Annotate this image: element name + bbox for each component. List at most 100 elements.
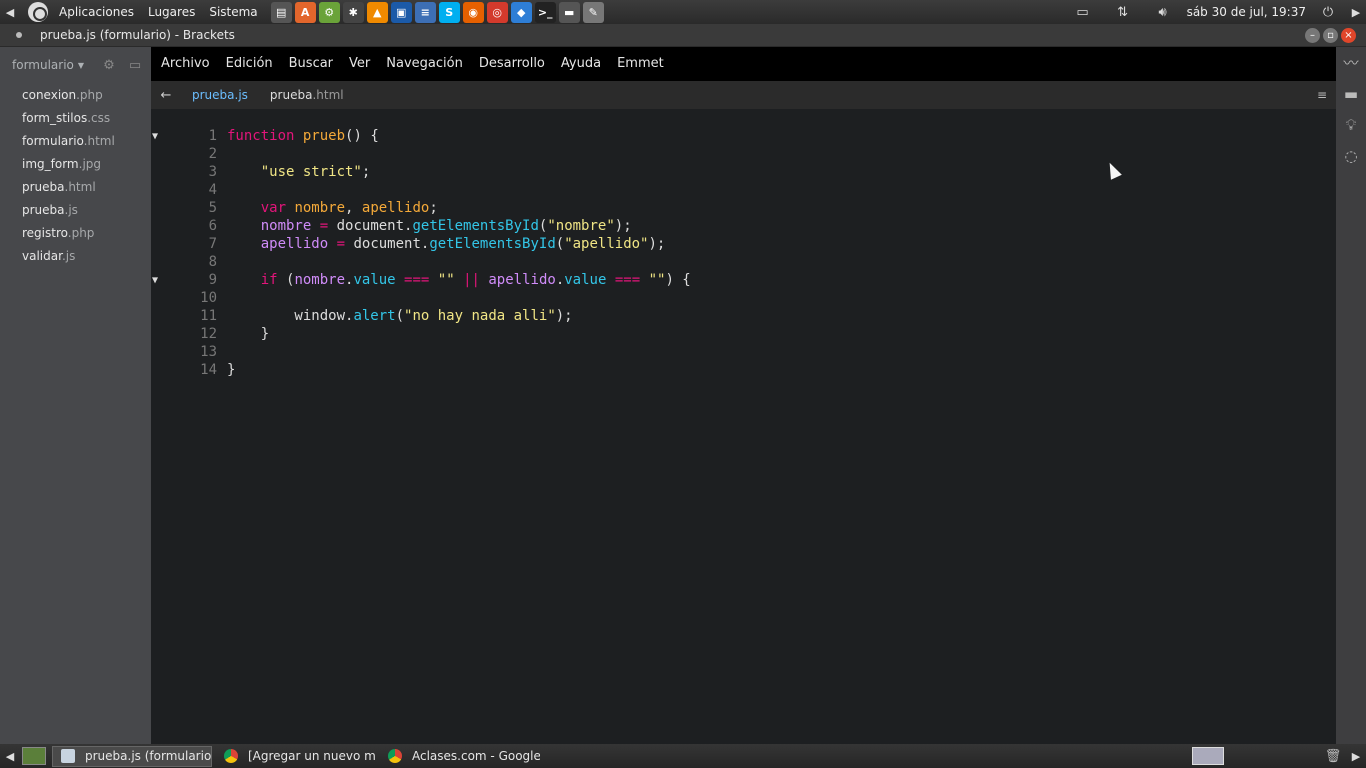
menu-archivo[interactable]: Archivo xyxy=(153,47,218,81)
clock[interactable]: sáb 30 de jul, 19:37 xyxy=(1183,5,1310,19)
firefox-icon[interactable]: ◉ xyxy=(462,1,484,23)
menu-navegación[interactable]: Navegación xyxy=(378,47,471,81)
extension-manager-icon[interactable]: ▬ xyxy=(1336,78,1366,109)
menu-desarrollo[interactable]: Desarrollo xyxy=(471,47,553,81)
tab-name: prueba xyxy=(269,88,313,102)
file-item[interactable]: validar.js xyxy=(0,245,151,268)
code-token: ); xyxy=(648,236,666,252)
line-code: } xyxy=(227,326,269,342)
tab-bar: ← prueba.js prueba.html ≡ xyxy=(151,81,1336,109)
file-item[interactable]: prueba.html xyxy=(0,176,151,199)
project-caret-icon[interactable]: ▼ xyxy=(78,61,84,70)
unsaved-dot-icon xyxy=(16,32,22,38)
settings-gear-icon[interactable]: ⚙ xyxy=(101,57,117,73)
menu-ayuda[interactable]: Ayuda xyxy=(553,47,609,81)
battery-icon[interactable]: ▭ xyxy=(1071,2,1095,22)
text-editor-icon[interactable]: ✎ xyxy=(582,1,604,23)
file-item[interactable]: registro.php xyxy=(0,222,151,245)
taskbar-item[interactable]: prueba.js (formulario) -... xyxy=(52,745,212,767)
menu-edición[interactable]: Edición xyxy=(218,47,281,81)
sidebar-header: formulario ▼ ⚙ ▭ xyxy=(0,47,151,83)
file-item[interactable]: img_form.jpg xyxy=(0,153,151,176)
line-number: 5 xyxy=(208,200,217,216)
text-document-icon[interactable]: ≡ xyxy=(414,1,436,23)
file-name: validar xyxy=(22,249,62,263)
file-item[interactable]: formulario.html xyxy=(0,130,151,153)
tab-overflow-menu-icon[interactable]: ≡ xyxy=(1317,88,1327,102)
code-line: 5 var nombre, apellido; xyxy=(151,199,1336,217)
code-token: "apellido" xyxy=(564,236,649,252)
system-settings-icon[interactable]: ✱ xyxy=(342,1,364,23)
code-editor[interactable]: ▼ 1 function prueb() {2 3 "use strict"; 4 5 v… xyxy=(151,109,1336,744)
code-token: alert xyxy=(353,308,396,324)
project-sidebar: formulario ▼ ⚙ ▭ conexion.php form_stilos… xyxy=(0,47,151,744)
file-extension: .css xyxy=(87,111,111,125)
file-item[interactable]: conexion.php xyxy=(0,84,151,107)
printer-icon[interactable]: ▤ xyxy=(270,1,292,23)
trash-icon[interactable]: 🗑︎ xyxy=(1324,747,1342,765)
tab-prueba-js[interactable]: prueba.js xyxy=(181,81,259,109)
back-arrow-icon[interactable]: ← xyxy=(151,88,181,103)
code-token: apellido xyxy=(488,272,556,288)
file-item[interactable]: prueba.js xyxy=(0,199,151,222)
dropbox-icon[interactable]: ◆ xyxy=(510,1,532,23)
code-token: ( xyxy=(555,236,565,252)
taskbar-item[interactable]: Aclases.com - Google C... xyxy=(380,746,540,767)
virtualbox-icon[interactable]: ▣ xyxy=(390,1,412,23)
software-center-icon[interactable]: A xyxy=(294,1,316,23)
fold-arrow-icon[interactable]: ▼ xyxy=(151,275,197,286)
code-token: value xyxy=(564,272,607,288)
menu-emmet[interactable]: Emmet xyxy=(609,47,672,81)
split-view-icon[interactable]: ▭ xyxy=(127,57,143,73)
file-name: img_form xyxy=(22,157,79,171)
chrome-icon[interactable]: ◎ xyxy=(486,1,508,23)
line-number: 6 xyxy=(208,218,217,234)
power-icon[interactable]: ⏻ xyxy=(1316,2,1340,22)
menu-sistema[interactable]: Sistema xyxy=(202,0,264,24)
volume-icon[interactable]: 🔊︎ xyxy=(1151,2,1175,22)
scanner-icon[interactable]: ▬ xyxy=(558,1,580,23)
bottom-right-arrow-icon[interactable]: ▶ xyxy=(1346,744,1366,768)
project-dropdown[interactable]: formulario xyxy=(12,58,74,72)
menu-bar: Archivo Edición Buscar Ver Navegación Desarro… xyxy=(151,47,1336,81)
bottom-left-arrow-icon[interactable]: ◀ xyxy=(0,744,20,768)
ubuntu-tweak-icon[interactable]: ⚙ xyxy=(318,1,340,23)
line-number: 1 xyxy=(208,128,217,144)
code-token: ; xyxy=(429,200,438,216)
taskbar-item[interactable]: [Agregar un nuevo me... xyxy=(216,746,376,767)
network-icon[interactable]: ⇅ xyxy=(1111,2,1135,22)
vlc-icon[interactable]: ▲ xyxy=(366,1,388,23)
show-desktop-icon[interactable] xyxy=(22,747,46,765)
panel-right-arrow-icon[interactable]: ▶ xyxy=(1346,0,1366,24)
skype-icon[interactable]: S xyxy=(438,1,460,23)
code-line: 4 xyxy=(151,181,1336,199)
file-extension: .php xyxy=(76,88,103,102)
tab-prueba-html[interactable]: prueba.html xyxy=(259,81,355,109)
fold-arrow-icon[interactable]: ▼ xyxy=(151,131,197,142)
lightbulb-icon[interactable]: 💡︎ xyxy=(1336,109,1366,140)
file-tree: conexion.php form_stilos.css formulario.ht… xyxy=(0,84,151,268)
line-number: 9 xyxy=(208,272,217,288)
bulb-outline-icon[interactable]: ◌ xyxy=(1336,140,1366,171)
close-button[interactable]: × xyxy=(1341,27,1356,43)
menu-lugares[interactable]: Lugares xyxy=(141,0,202,24)
ubuntu-logo-icon[interactable] xyxy=(28,2,48,22)
tab-extension: .html xyxy=(312,88,344,102)
panel-left-arrow-icon[interactable]: ◀ xyxy=(0,0,20,24)
workspace-switcher[interactable] xyxy=(1192,747,1224,765)
file-item[interactable]: form_stilos.css xyxy=(0,107,151,130)
menu-buscar[interactable]: Buscar xyxy=(281,47,341,81)
live-preview-icon[interactable]: 〰 xyxy=(1336,47,1366,78)
right-toolbar: 〰 ▬ 💡︎ ◌ xyxy=(1336,47,1366,744)
code-token: ); xyxy=(614,218,632,234)
menu-ver[interactable]: Ver xyxy=(341,47,378,81)
minimize-button[interactable]: – xyxy=(1305,27,1320,43)
code-line: 3 "use strict"; xyxy=(151,163,1336,181)
maximize-button[interactable]: ▫ xyxy=(1323,27,1338,43)
terminal-icon[interactable]: >_ xyxy=(534,1,556,23)
menu-aplicaciones[interactable]: Aplicaciones xyxy=(52,0,141,24)
